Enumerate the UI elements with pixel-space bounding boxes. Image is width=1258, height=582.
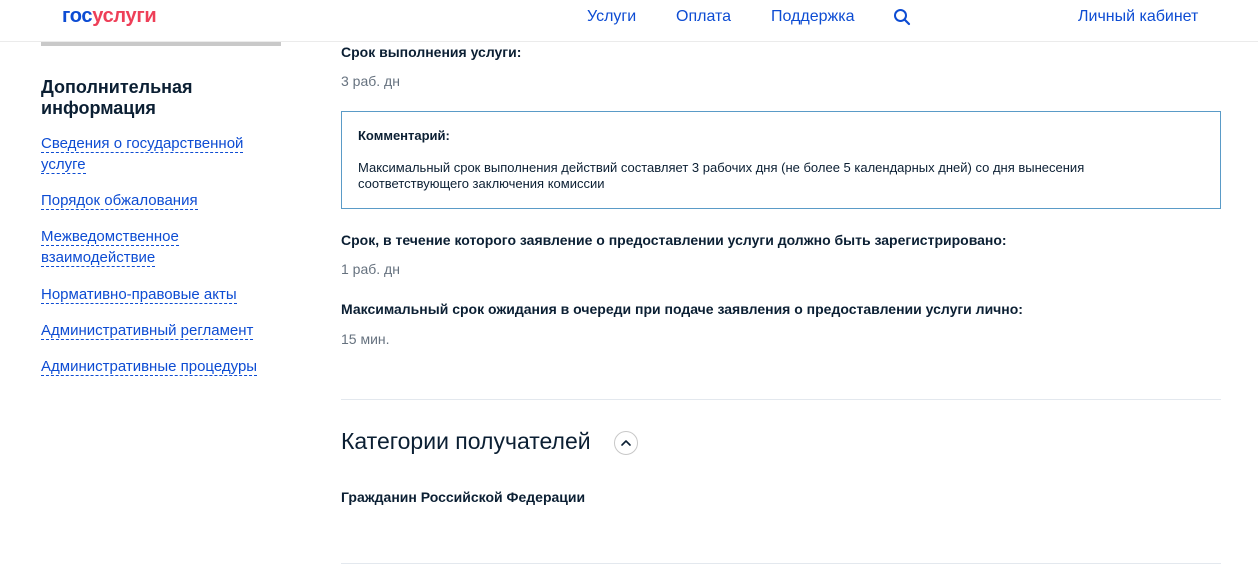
nav-payment[interactable]: Оплата [676,8,731,26]
nav-support[interactable]: Поддержка [771,8,854,26]
category-item: Гражданин Российской Федерации [341,489,586,505]
sidebar-link-label: Межведомственное взаимодействие [41,228,179,267]
section-divider [341,399,1221,400]
gosuslugi-logo[interactable]: госуслуги [62,5,157,28]
sidebar-title: Дополнительная информация [41,77,193,118]
sidebar-link-label: Порядок обжалования [41,192,198,210]
site-header: госуслуги Услуги Оплата Поддержка Личный… [0,0,1258,42]
term-value: 3 раб. дн [341,73,400,89]
section-divider-bottom [341,563,1221,564]
queue-label: Максимальный срок ожидания в очереди при… [341,301,1023,317]
sidebar-link-procedures[interactable]: Административные процедуры [41,356,258,377]
sidebar-link-label: Административные процедуры [41,358,258,376]
sidebar-link-interagency[interactable]: Межведомственное взаимодействие [41,226,191,268]
comment-box: Комментарий: Максимальный срок выполнени… [341,111,1221,209]
sidebar-top-bar [41,42,281,46]
sidebar-link-appeal[interactable]: Порядок обжалования [41,190,198,211]
logo-part-uslugi: услуги [92,5,157,27]
sidebar-link-regulation[interactable]: Административный регламент [41,320,254,341]
comment-text: Максимальный срок выполнения действий со… [358,160,1085,191]
registration-value: 1 раб. дн [341,261,400,277]
sidebar-link-service-info[interactable]: Сведения о государственной услуге [41,133,256,175]
search-icon[interactable] [893,8,911,26]
nav-services[interactable]: Услуги [587,8,636,26]
categories-title: Категории получателей [341,428,591,454]
sidebar-link-label: Нормативно-правовые акты [41,286,237,304]
registration-label: Срок, в течение которого заявление о пре… [341,232,1007,248]
account-link[interactable]: Личный кабинет [1078,8,1198,26]
sidebar-link-label: Административный регламент [41,322,254,340]
sidebar-link-legal-acts[interactable]: Нормативно-правовые акты [41,284,237,305]
sidebar-link-label: Сведения о государственной услуге [41,135,244,174]
queue-value: 15 мин. [341,331,390,347]
comment-title: Комментарий: [358,128,450,143]
logo-part-gos: гос [62,5,93,27]
chevron-up-icon [621,440,631,446]
term-label: Срок выполнения услуги: [341,44,522,60]
collapse-button[interactable] [614,431,638,455]
